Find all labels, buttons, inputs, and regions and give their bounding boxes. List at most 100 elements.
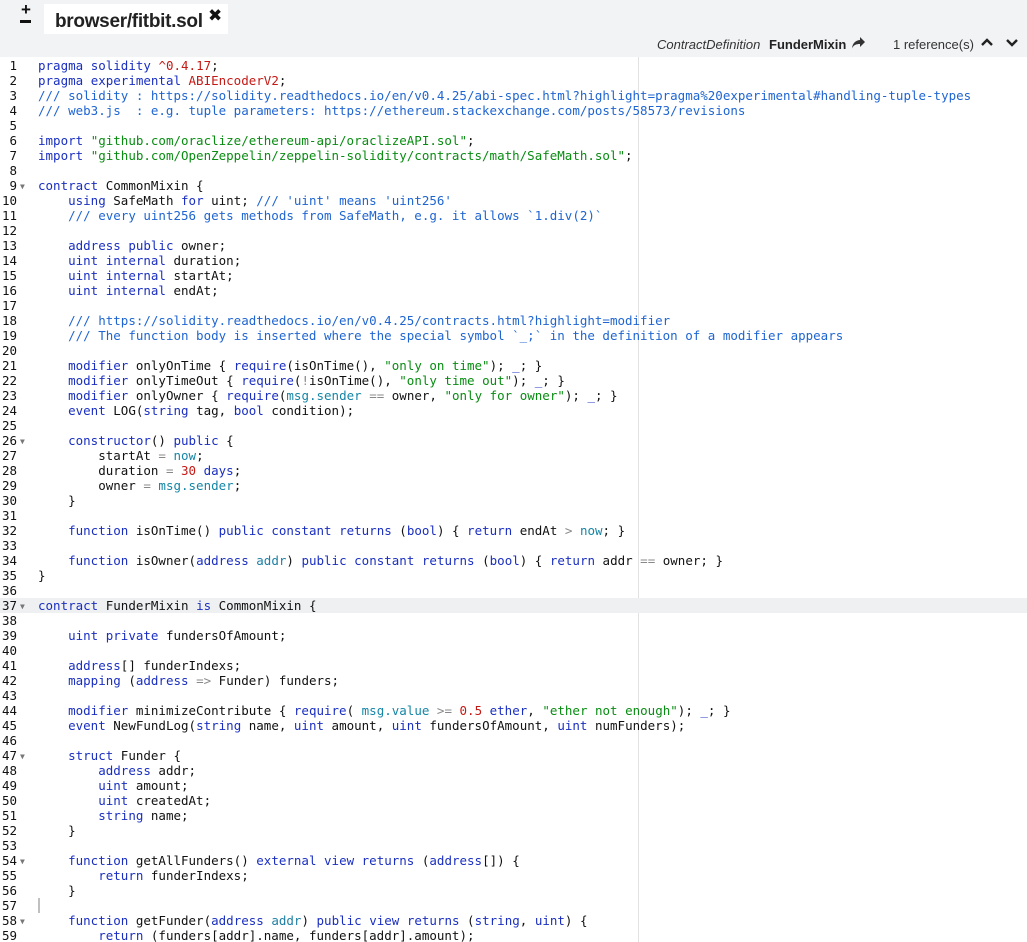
toggle-panel-button[interactable]: + bbox=[0, 0, 34, 34]
code-token: external bbox=[256, 853, 317, 868]
code-line[interactable]: 42 mapping (address => Funder) funders; bbox=[0, 673, 1027, 688]
code-line[interactable]: 50 uint createdAt; bbox=[0, 793, 1027, 808]
code-line[interactable]: 14 uint internal duration; bbox=[0, 253, 1027, 268]
code-token: ; } bbox=[707, 703, 731, 718]
code-line[interactable]: 55 return funderIndexs; bbox=[0, 868, 1027, 883]
code-line[interactable]: 18 /// https://solidity.readthedocs.io/e… bbox=[0, 313, 1027, 328]
code-line[interactable]: 1 pragma solidity ^0.4.17; bbox=[0, 58, 1027, 73]
fold-toggle-icon[interactable]: ▼ bbox=[20, 599, 25, 614]
code-line[interactable]: 56 } bbox=[0, 883, 1027, 898]
code-line[interactable]: 48 address addr; bbox=[0, 763, 1027, 778]
line-number: 8 bbox=[9, 163, 17, 178]
chevron-down-icon[interactable] bbox=[1005, 35, 1019, 52]
chevron-up-icon[interactable] bbox=[980, 35, 994, 52]
go-to-definition-icon[interactable] bbox=[851, 36, 866, 53]
code-token: function bbox=[68, 523, 129, 538]
code-token: public bbox=[128, 238, 174, 253]
code-line[interactable]: 40 bbox=[0, 643, 1027, 658]
code-line[interactable]: 23 modifier onlyOwner { require(msg.send… bbox=[0, 388, 1027, 403]
code-line[interactable]: 10 using SafeMath for uint; /// 'uint' m… bbox=[0, 193, 1027, 208]
code-line[interactable]: 26 ▼ constructor() public { bbox=[0, 433, 1027, 448]
code-line[interactable]: 30 } bbox=[0, 493, 1027, 508]
code-line[interactable]: 43 bbox=[0, 688, 1027, 703]
code-line[interactable]: 4 /// web3.js : e.g. tuple parameters: ht… bbox=[0, 103, 1027, 118]
code-line[interactable]: 3 /// solidity : https://solidity.readthe… bbox=[0, 88, 1027, 103]
code-line[interactable]: 27 startAt = now; bbox=[0, 448, 1027, 463]
code-line[interactable]: 39 uint private fundersOfAmount; bbox=[0, 628, 1027, 643]
code-line[interactable]: 22 modifier onlyTimeOut { require(!isOnT… bbox=[0, 373, 1027, 388]
fold-toggle-icon[interactable]: ▼ bbox=[20, 179, 25, 194]
code-line[interactable]: 16 uint internal endAt; bbox=[0, 283, 1027, 298]
code-line[interactable]: 41 address[] funderIndexs; bbox=[0, 658, 1027, 673]
code-line[interactable]: 7 import "github.com/OpenZeppelin/zeppeli… bbox=[0, 148, 1027, 163]
code-line[interactable]: 28 duration = 30 days; bbox=[0, 463, 1027, 478]
code-token: internal bbox=[105, 283, 166, 298]
code-text: pragma solidity ^0.4.17; bbox=[38, 58, 219, 73]
code-text: contract CommonMixin { bbox=[38, 178, 204, 193]
code-line[interactable]: 11 /// every uint256 gets methods from S… bbox=[0, 208, 1027, 223]
code-token: ( bbox=[459, 913, 475, 928]
code-line[interactable]: 17 bbox=[0, 298, 1027, 313]
code-line[interactable]: 9 ▼ contract CommonMixin { bbox=[0, 178, 1027, 193]
file-tab[interactable]: browser/fitbit.sol ✖ bbox=[44, 4, 228, 34]
code-line[interactable]: 49 uint amount; bbox=[0, 778, 1027, 793]
code-token: SafeMath bbox=[105, 193, 182, 208]
code-line[interactable]: 46 bbox=[0, 733, 1027, 748]
code-line[interactable]: 25 bbox=[0, 418, 1027, 433]
close-icon[interactable]: ✖ bbox=[208, 6, 222, 26]
line-number: 30 bbox=[1, 493, 17, 508]
code-line[interactable]: 52 } bbox=[0, 823, 1027, 838]
line-number: 28 bbox=[1, 463, 17, 478]
code-line[interactable]: 59 return (funders[addr].name, funders[a… bbox=[0, 928, 1027, 942]
code-line[interactable]: 2 pragma experimental ABIEncoderV2; bbox=[0, 73, 1027, 88]
code-line[interactable]: 15 uint internal startAt; bbox=[0, 268, 1027, 283]
code-line[interactable]: 24 event LOG(string tag, bool condition)… bbox=[0, 403, 1027, 418]
code-line[interactable]: 51 string name; bbox=[0, 808, 1027, 823]
code-line[interactable]: 36 bbox=[0, 583, 1027, 598]
code-line[interactable]: 29 owner = msg.sender; bbox=[0, 478, 1027, 493]
code-line[interactable]: 8 bbox=[0, 163, 1027, 178]
code-token: require bbox=[241, 373, 294, 388]
fold-toggle-icon[interactable]: ▼ bbox=[20, 914, 25, 929]
code-token: pragma bbox=[38, 58, 84, 73]
code-token: ; bbox=[625, 148, 633, 163]
code-token: ; bbox=[233, 463, 242, 478]
definition-name[interactable]: FunderMixin bbox=[769, 37, 846, 52]
code-line[interactable]: 12 bbox=[0, 223, 1027, 238]
code-token: return bbox=[98, 868, 144, 883]
code-line[interactable]: 21 modifier onlyOnTime { require(isOnTim… bbox=[0, 358, 1027, 373]
code-line[interactable]: 19 /// The function body is inserted whe… bbox=[0, 328, 1027, 343]
fold-toggle-icon[interactable]: ▼ bbox=[20, 854, 25, 869]
code-line[interactable]: 58 ▼ function getFunder(address addr) pub… bbox=[0, 913, 1027, 928]
code-editor[interactable]: 1 pragma solidity ^0.4.17; 2 pragma experim… bbox=[0, 57, 1027, 942]
code-token: private bbox=[105, 628, 159, 643]
code-line[interactable]: 44 modifier minimizeContribute { require… bbox=[0, 703, 1027, 718]
code-line[interactable]: 37 ▼ contract FunderMixin is CommonMixin { bbox=[0, 598, 1027, 613]
code-line[interactable]: 54 ▼ function getAllFunders() external vi… bbox=[0, 853, 1027, 868]
fold-toggle-icon[interactable]: ▼ bbox=[20, 434, 25, 449]
code-token: internal bbox=[105, 268, 166, 283]
code-token: == bbox=[640, 553, 656, 568]
code-text: } bbox=[38, 568, 46, 583]
code-line[interactable]: 6 import "github.com/oraclize/ethereum-ap… bbox=[0, 133, 1027, 148]
fold-toggle-icon[interactable]: ▼ bbox=[20, 749, 25, 764]
code-line[interactable]: 32 function isOnTime() public constant r… bbox=[0, 523, 1027, 538]
code-line[interactable]: 20 bbox=[0, 343, 1027, 358]
code-line[interactable]: 34 function isOwner(address addr) public… bbox=[0, 553, 1027, 568]
code-line[interactable]: 13 address public owner; bbox=[0, 238, 1027, 253]
code-token: owner bbox=[38, 478, 144, 493]
code-line[interactable]: 57 bbox=[0, 898, 1027, 913]
line-number: 5 bbox=[9, 118, 17, 133]
code-line[interactable]: 38 bbox=[0, 613, 1027, 628]
code-line[interactable]: 45 event NewFundLog(string name, uint am… bbox=[0, 718, 1027, 733]
code-line[interactable]: 47 ▼ struct Funder { bbox=[0, 748, 1027, 763]
line-number: 7 bbox=[9, 148, 17, 163]
code-line[interactable]: 33 bbox=[0, 538, 1027, 553]
code-line[interactable]: 5 bbox=[0, 118, 1027, 133]
code-line[interactable]: 53 bbox=[0, 838, 1027, 853]
code-token: uint bbox=[68, 268, 99, 283]
code-line[interactable]: 35} bbox=[0, 568, 1027, 583]
code-line[interactable]: 31 bbox=[0, 508, 1027, 523]
